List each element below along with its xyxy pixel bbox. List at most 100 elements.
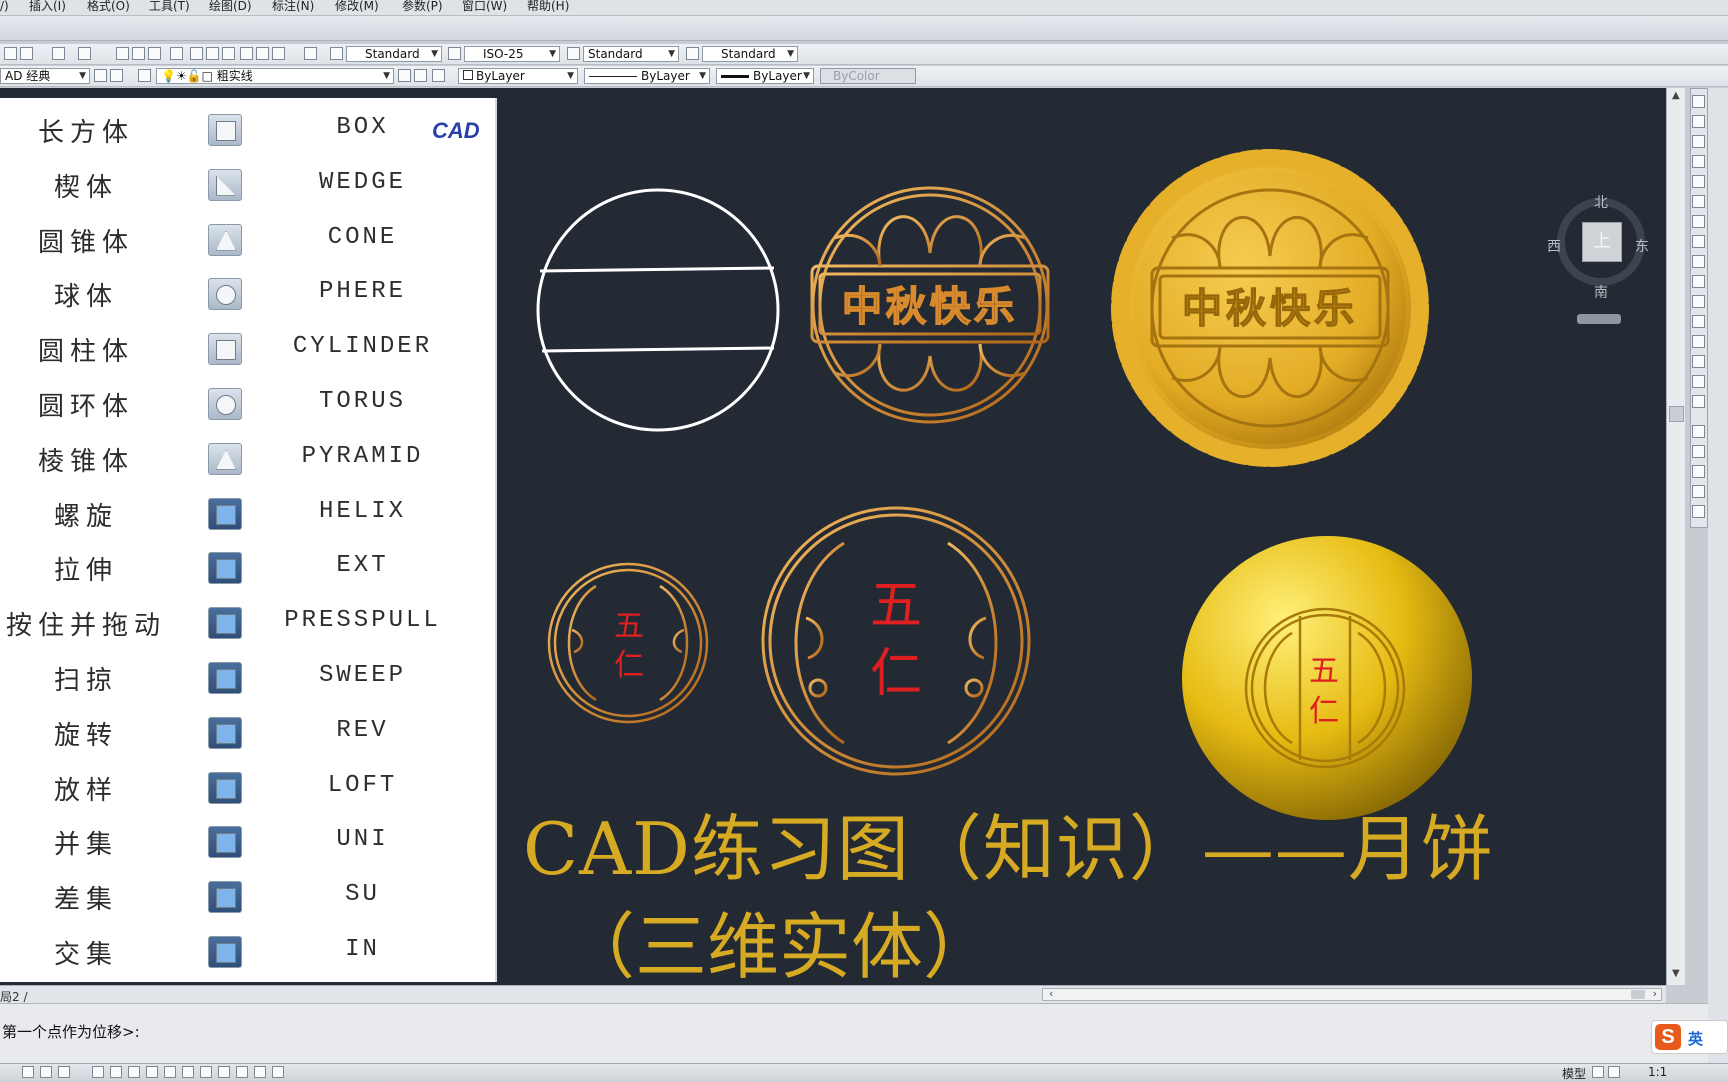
make-current-layer-icon[interactable] [398,69,411,82]
tpy-icon[interactable] [200,1066,212,1078]
scroll-down-icon[interactable]: ▼ [1672,968,1680,979]
erase-icon[interactable] [1692,95,1705,108]
zoom-realtime-icon[interactable] [132,47,145,60]
join-icon[interactable] [1692,335,1705,348]
menu-tools[interactable]: 工具(T) [149,0,190,13]
layer-properties-icon[interactable] [138,69,151,82]
menu-draw[interactable]: 绘图(D) [209,0,252,13]
wireframe-circle[interactable] [536,188,780,432]
lwt-icon[interactable] [182,1066,194,1078]
scroll-thumb[interactable] [1669,406,1684,422]
redo-icon[interactable] [78,47,91,60]
pan-icon[interactable] [116,47,129,60]
model-space-label[interactable]: 模型 [1562,1065,1586,1082]
mooncake-golden-scalloped[interactable]: 中秋快乐 [1111,149,1429,467]
h-scroll-thumb[interactable] [1631,990,1645,999]
break-icon[interactable] [1692,315,1705,328]
dim-style-select[interactable]: ISO-25 ▼ [464,46,560,62]
menu-help[interactable]: 帮助(H) [527,0,569,13]
calculator-icon[interactable] [272,47,285,60]
design-center-icon[interactable] [206,47,219,60]
stretch-icon[interactable] [1692,255,1705,268]
chamfer-icon[interactable] [1692,355,1705,368]
viewcube-face-top[interactable]: 上 [1582,222,1622,262]
move-icon[interactable] [1692,195,1705,208]
zoom-window-icon[interactable] [148,47,161,60]
block-tool-icon[interactable] [1692,445,1705,458]
layer-select[interactable]: 💡☀🔓□ 粗实线 ▼ [156,68,394,84]
workspace-settings-icon[interactable] [94,69,107,82]
vertical-scrollbar[interactable]: ▲ ▼ [1666,88,1685,985]
extend-icon[interactable] [1692,295,1705,308]
zoom-previous-icon[interactable] [170,47,183,60]
menu-parametric[interactable]: 参数(P) [402,0,443,13]
lock-icon[interactable] [272,1066,284,1078]
rotate-icon[interactable] [1692,215,1705,228]
horizontal-scrollbar[interactable]: ‹ › [1042,987,1662,1001]
menu-format[interactable]: 格式(O) [87,0,130,13]
scale-icon[interactable] [1692,235,1705,248]
mleader-style-select[interactable]: Standard ▼ [702,46,798,62]
explode-icon[interactable] [1692,395,1705,408]
polar-icon[interactable] [92,1066,104,1078]
compass-north[interactable]: 北 [1594,192,1608,212]
scroll-right-icon[interactable]: › [1653,987,1657,1000]
table-style-select[interactable]: Standard ▼ [583,46,679,62]
otrack-icon[interactable] [128,1066,140,1078]
workspace-gear-icon[interactable] [110,69,123,82]
osnap-icon[interactable] [110,1066,122,1078]
viewcube[interactable]: 上 北 南 东 西 [1547,188,1657,328]
mirror-icon[interactable] [1692,135,1705,148]
copy-icon[interactable] [1692,115,1705,128]
linetype-select[interactable]: ByLayer ▼ [584,68,710,84]
scroll-up-icon[interactable]: ▲ [1672,90,1680,101]
palette-tabs[interactable] [1708,88,1728,1073]
new-icon[interactable] [4,47,17,60]
layer-tool-icon[interactable] [1692,425,1705,438]
drawing-quickview-icon[interactable] [1608,1066,1620,1078]
command-name-cn: 圆柱体 [37,337,134,368]
sc-icon[interactable] [236,1066,248,1078]
menu-modify[interactable]: 修改(M) [335,0,379,13]
help-icon[interactable] [304,47,317,60]
qp-icon[interactable] [218,1066,230,1078]
list-icon[interactable] [1692,485,1705,498]
am-icon[interactable] [254,1066,266,1078]
color-select[interactable]: ByLayer ▼ [458,68,578,84]
compass-south[interactable]: 南 [1594,282,1608,302]
wcs-menu-button[interactable] [1577,314,1621,324]
dyn-icon[interactable] [164,1066,176,1078]
trim-icon[interactable] [1692,275,1705,288]
tool-palettes-icon[interactable] [222,47,235,60]
ducs-icon[interactable] [146,1066,158,1078]
sheet-set-icon[interactable] [240,47,253,60]
lineweight-select[interactable]: ByLayer ▼ [716,68,814,84]
grid-icon[interactable] [40,1066,52,1078]
layer-previous-icon[interactable] [414,69,427,82]
layer-state-icon[interactable] [432,69,445,82]
compass-west[interactable]: 西 [1547,236,1561,256]
undo-icon[interactable] [52,47,65,60]
snap-icon[interactable] [22,1066,34,1078]
menu-dimension[interactable]: 标注(N) [272,0,314,13]
array-icon[interactable] [1692,175,1705,188]
annotation-scale[interactable]: 1:1 [1648,1065,1667,1079]
menu-insert[interactable]: 插入(I) [29,0,66,13]
match-props-icon[interactable] [1692,465,1705,478]
command-line-window[interactable] [0,1003,1708,1064]
fillet-icon[interactable] [1692,375,1705,388]
layout-quickview-icon[interactable] [1592,1066,1604,1078]
menu-view[interactable]: /) [0,0,9,13]
measure-icon[interactable] [1692,505,1705,518]
workspace-select[interactable]: AD 经典 ▼ [0,68,90,84]
markup-icon[interactable] [256,47,269,60]
ime-indicator[interactable]: S 英 [1651,1020,1728,1054]
properties-icon[interactable] [190,47,203,60]
scroll-left-icon[interactable]: ‹ [1049,987,1053,1000]
menu-window[interactable]: 窗口(W) [462,0,507,13]
compass-east[interactable]: 东 [1635,236,1649,256]
offset-icon[interactable] [1692,155,1705,168]
text-style-select[interactable]: Standard ▼ [346,46,442,62]
ortho-icon[interactable] [58,1066,70,1078]
open-icon[interactable] [20,47,33,60]
